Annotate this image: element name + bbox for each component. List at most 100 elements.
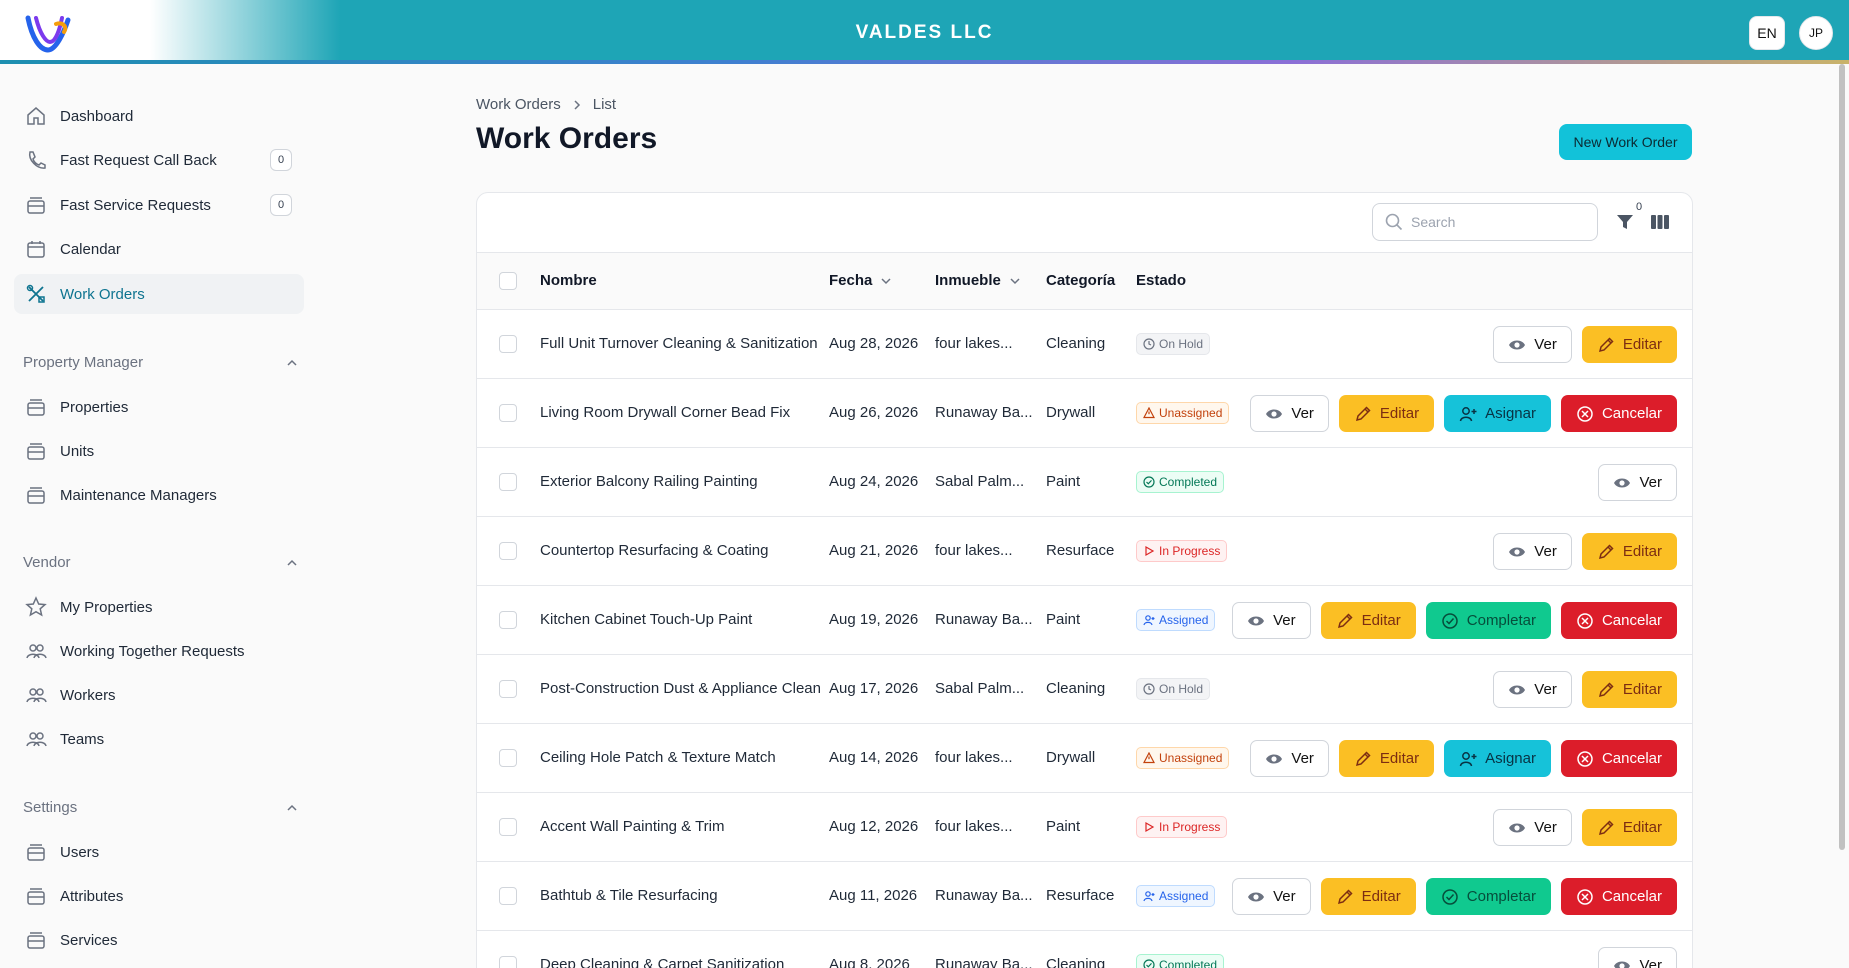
sidebar-section-property-manager[interactable]: Property Manager xyxy=(23,354,298,371)
cell-fecha: Aug 17, 2026 xyxy=(829,680,919,697)
row-checkbox[interactable] xyxy=(499,956,517,968)
row-checkbox[interactable] xyxy=(499,749,517,767)
search-input[interactable] xyxy=(1411,214,1581,230)
sidebar-section-vendor[interactable]: Vendor xyxy=(23,554,298,571)
user-avatar[interactable]: JP xyxy=(1799,16,1833,50)
cell-nombre[interactable]: Deep Cleaning & Carpet Sanitization xyxy=(540,956,784,968)
filter-icon[interactable] xyxy=(1614,211,1636,233)
search-box[interactable] xyxy=(1372,203,1598,241)
ver-button[interactable]: Ver xyxy=(1493,533,1572,570)
cell-nombre[interactable]: Countertop Resurfacing & Coating xyxy=(540,542,768,559)
sidebar-item-my-properties[interactable]: My Properties xyxy=(14,587,304,627)
column-nombre: Nombre xyxy=(540,272,597,289)
ver-button[interactable]: Ver xyxy=(1250,395,1329,432)
cancelar-button[interactable]: Cancelar xyxy=(1560,395,1677,432)
editar-button[interactable]: Editar xyxy=(1581,809,1677,846)
sidebar-item-teams[interactable]: Teams xyxy=(14,719,304,759)
asignar-button[interactable]: Asignar xyxy=(1444,395,1551,432)
column-inmueble[interactable]: Inmueble xyxy=(935,272,1021,289)
editar-button[interactable]: Editar xyxy=(1581,533,1677,570)
editar-button[interactable]: Editar xyxy=(1320,602,1416,639)
completar-button[interactable]: Completar xyxy=(1425,878,1551,915)
columns-icon[interactable] xyxy=(1649,211,1671,233)
button-label: Ver xyxy=(1639,474,1662,491)
new-work-order-button[interactable]: New Work Order xyxy=(1559,124,1692,160)
cell-categoria: Paint xyxy=(1046,611,1081,628)
breadcrumb-work-orders[interactable]: Work Orders xyxy=(476,96,561,113)
sidebar-item-dashboard[interactable]: Dashboard xyxy=(14,96,304,136)
select-all-checkbox[interactable] xyxy=(499,272,517,290)
page-scrollbar[interactable] xyxy=(1839,64,1845,850)
table-toolbar: 0 xyxy=(477,193,1692,253)
row-checkbox[interactable] xyxy=(499,680,517,698)
cell-nombre[interactable]: Living Room Drywall Corner Bead Fix xyxy=(540,404,790,421)
language-selector[interactable]: EN xyxy=(1749,16,1785,50)
table-row: Full Unit Turnover Cleaning & Sanitizati… xyxy=(477,310,1692,379)
editar-button[interactable]: Editar xyxy=(1581,326,1677,363)
cell-nombre[interactable]: Accent Wall Painting & Trim xyxy=(540,818,725,835)
sidebar-item-fast-request-call-back[interactable]: Fast Request Call Back 0 xyxy=(14,140,304,180)
ver-button[interactable]: Ver xyxy=(1493,671,1572,708)
asignar-button[interactable]: Asignar xyxy=(1444,740,1551,777)
tray-icon xyxy=(24,928,48,952)
company-logo[interactable] xyxy=(24,12,74,56)
sidebar-item-working-together-requests[interactable]: Working Together Requests xyxy=(14,631,304,671)
row-actions: Ver Editar Completar Cancelar xyxy=(1232,878,1677,915)
cell-nombre[interactable]: Full Unit Turnover Cleaning & Sanitizati… xyxy=(540,335,818,352)
editar-button[interactable]: Editar xyxy=(1338,395,1435,432)
cancelar-button[interactable]: Cancelar xyxy=(1560,878,1677,915)
sidebar-item-work-orders[interactable]: Work Orders xyxy=(14,274,304,314)
chevron-up-icon xyxy=(287,359,297,366)
editar-button[interactable]: Editar xyxy=(1320,878,1416,915)
sidebar-item-fast-service-requests[interactable]: Fast Service Requests 0 xyxy=(14,185,304,225)
button-label: Editar xyxy=(1622,819,1662,836)
ver-button[interactable]: Ver xyxy=(1493,326,1572,363)
row-checkbox[interactable] xyxy=(499,542,517,560)
cell-nombre[interactable]: Bathtub & Tile Resurfacing xyxy=(540,887,718,904)
column-fecha[interactable]: Fecha xyxy=(829,272,892,289)
sidebar-section-settings[interactable]: Settings xyxy=(23,799,298,816)
work-orders-table-card: 0 Nombre Fecha Inmueble Categoría Estado… xyxy=(476,192,1693,968)
sidebar-item-workers[interactable]: Workers xyxy=(14,675,304,715)
sidebar-item-users[interactable]: Users xyxy=(14,832,304,872)
table-header: Nombre Fecha Inmueble Categoría Estado xyxy=(477,253,1692,310)
completar-button[interactable]: Completar xyxy=(1425,602,1551,639)
table-row: Ceiling Hole Patch & Texture Match Aug 14… xyxy=(477,724,1692,793)
ver-button[interactable]: Ver xyxy=(1232,602,1311,639)
cancelar-button[interactable]: Cancelar xyxy=(1560,740,1677,777)
eye-icon xyxy=(1248,616,1265,625)
editar-button[interactable]: Editar xyxy=(1581,671,1677,708)
pencil-icon xyxy=(1337,612,1353,628)
sidebar-item-maintenance-managers[interactable]: Maintenance Managers xyxy=(14,475,304,515)
sidebar-item-attributes[interactable]: Attributes xyxy=(14,876,304,916)
count-badge: 0 xyxy=(270,149,292,171)
button-label: Editar xyxy=(1379,405,1420,422)
row-checkbox[interactable] xyxy=(499,818,517,836)
row-checkbox[interactable] xyxy=(499,611,517,629)
row-checkbox[interactable] xyxy=(499,335,517,353)
cell-fecha: Aug 14, 2026 xyxy=(829,749,919,766)
cell-nombre[interactable]: Exterior Balcony Railing Painting xyxy=(540,473,758,490)
ver-button[interactable]: Ver xyxy=(1598,464,1677,501)
chevron-up-icon xyxy=(287,804,297,811)
sidebar-item-units[interactable]: Units xyxy=(14,431,304,471)
row-checkbox[interactable] xyxy=(499,404,517,422)
cell-nombre[interactable]: Ceiling Hole Patch & Texture Match xyxy=(540,749,776,766)
cancelar-button[interactable]: Cancelar xyxy=(1560,602,1677,639)
ver-button[interactable]: Ver xyxy=(1493,809,1572,846)
row-checkbox[interactable] xyxy=(499,473,517,491)
cell-nombre[interactable]: Kitchen Cabinet Touch-Up Paint xyxy=(540,611,752,628)
eye-icon xyxy=(1509,685,1526,694)
sidebar-item-properties[interactable]: Properties xyxy=(14,387,304,427)
sidebar-item-calendar[interactable]: Calendar xyxy=(14,229,304,269)
x-circle-icon xyxy=(1577,405,1593,422)
cell-nombre[interactable]: Post-Construction Dust & Appliance Clean xyxy=(540,680,821,697)
status-badge: Unassigned xyxy=(1136,402,1230,424)
editar-button[interactable]: Editar xyxy=(1338,740,1435,777)
ver-button[interactable]: Ver xyxy=(1250,740,1329,777)
ver-button[interactable]: Ver xyxy=(1232,878,1311,915)
row-checkbox[interactable] xyxy=(499,887,517,905)
ver-button[interactable]: Ver xyxy=(1598,947,1677,968)
sidebar-item-services[interactable]: Services xyxy=(14,920,304,960)
button-label: Editar xyxy=(1361,612,1401,629)
